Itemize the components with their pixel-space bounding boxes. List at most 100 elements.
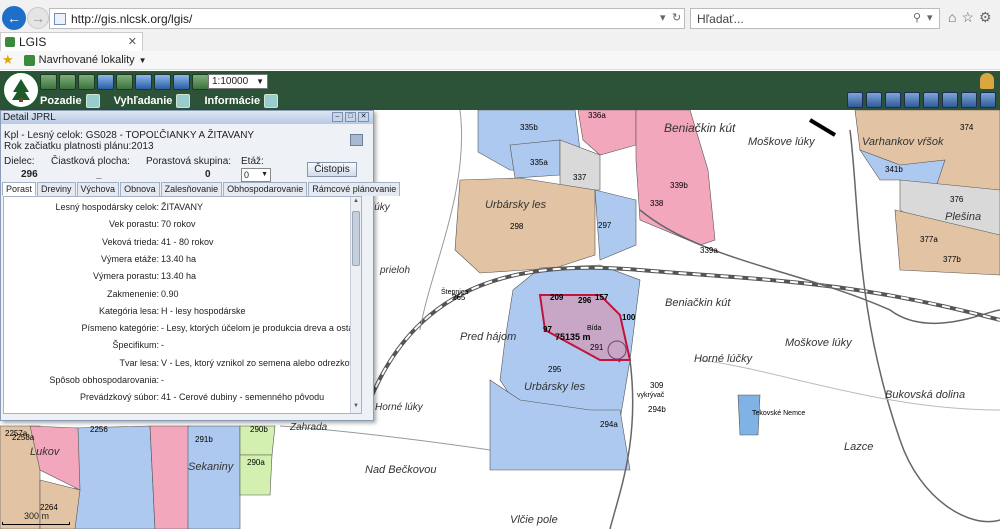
attribute-value: 13.40 ha [161,253,197,264]
print-icon[interactable] [350,134,363,146]
zoom-out-icon[interactable] [59,73,76,90]
panel-tab[interactable]: Výchova [76,182,120,196]
search-menu-button[interactable]: Vyhľadanie [113,93,191,108]
favorites-star-icon[interactable]: ★ [2,52,14,68]
stand-label: 290a [247,458,265,467]
measure-icon[interactable] [847,92,863,108]
star-icon[interactable]: ☆ [961,9,974,26]
help-icon[interactable] [980,92,996,108]
stand-label: 335b [520,123,538,132]
select-icon[interactable] [885,92,901,108]
background-label: Pozadie [40,94,82,107]
pan-hand-icon[interactable] [116,73,133,90]
scroll-down-icon[interactable]: ▼ [352,403,360,412]
globe-back-icon[interactable] [154,73,171,90]
chevron-down-icon: ▼ [261,171,268,178]
refresh-map-icon[interactable] [192,73,209,90]
scroll-up-icon[interactable]: ▲ [352,198,360,207]
attribute-key: Tvar lesa: [119,357,159,368]
stand-label: 209 [550,293,564,302]
stand-polygon[interactable] [74,425,156,529]
cistopis-button[interactable]: Čistopis [307,162,357,177]
globe-icon[interactable] [942,92,958,108]
plocha-caption: Čiastková plocha: [51,156,130,167]
search-icon[interactable]: ⚲ [913,11,921,24]
map-tool-row [40,73,209,90]
world-icon[interactable] [961,92,977,108]
dropdown-icon[interactable]: ▾ [660,11,666,24]
url-text: http://gis.nlcsk.org/lgis/ [71,11,193,26]
place-label: Moškove lúky [748,136,816,148]
panel-tab[interactable]: Obnova [120,182,160,196]
panel-tab[interactable]: Porast [2,182,37,196]
stand-label: 295 [548,365,562,374]
attribute-row: Výmera porastu: 13.40 ha [4,271,349,282]
print-icon[interactable] [904,92,920,108]
stand-polygon[interactable] [577,110,637,156]
search-label: Vyhľadanie [113,94,173,107]
scalebar-label: 300 m [24,511,50,521]
panel-scrollbar[interactable]: ▲ ▼ [350,197,361,413]
place-label: Zahrada [289,422,328,433]
url-input[interactable]: http://gis.nlcsk.org/lgis/ ▾ ↻ [49,8,685,29]
dropdown-icon[interactable]: ▾ [927,11,933,24]
place-label: Beniačkin kút [664,121,736,135]
binoculars-icon [176,93,191,108]
scroll-thumb[interactable] [352,211,360,266]
panel-tab[interactable]: Dreviny [37,182,76,196]
globe-icon[interactable] [135,73,152,90]
stand-label: 2256 [90,425,108,434]
globe-forward-icon[interactable] [173,73,190,90]
location-marker-icon[interactable] [607,340,627,360]
place-label: Plešina [945,211,981,223]
maximize-icon[interactable]: □ [345,112,356,122]
refresh-icon[interactable]: ↻ [672,11,681,24]
background-menu-button[interactable]: Pozadie [40,93,100,108]
dielec-value: 296 [21,169,38,180]
favorite-link[interactable]: Navrhované lokality ▼ [23,54,147,66]
search-input[interactable]: Hľadať... ⚲ ▾ [690,8,940,29]
stand-label: 337 [573,173,587,182]
zoom-extent-icon[interactable] [97,73,114,90]
attribute-value: - [161,340,164,351]
scale-select[interactable]: 1:10000 ▼ [208,74,268,89]
unit-line: Kpl - Lesný celok: GS028 - TOPOĽČIANKY A… [4,130,255,141]
home-icon[interactable]: ⌂ [948,9,956,26]
zoom-in-icon[interactable] [40,73,57,90]
attribute-key: Výmera porastu: [92,271,159,282]
close-icon[interactable]: ✕ [358,112,369,122]
arrow-left-icon: ← [7,10,21,26]
site-favicon-icon [23,54,35,66]
panel-tab[interactable]: Rámcové plánovanie [308,182,401,196]
attribute-key: Vek porastu: [108,219,159,230]
attribute-row: Zakmenenie: 0.90 [4,289,349,300]
stand-polygon[interactable] [454,177,596,274]
attribute-row: Kategória lesa: H - lesy hospodárske [4,306,349,317]
browser-tab[interactable]: LGIS ✕ [0,32,143,51]
zoom-box-icon[interactable] [78,73,95,90]
user-icon[interactable] [980,73,994,89]
gear-icon[interactable]: ⚙ [979,9,992,26]
etaz-select[interactable]: 0 ▼ [241,168,271,182]
chevron-down-icon: ▼ [138,55,147,65]
stand-label: 97 [543,325,552,334]
favorites-bar: ★ Navrhované lokality ▼ [0,51,1000,70]
place-label: Horné lúky [375,402,424,413]
forward-button[interactable]: → [27,7,49,29]
panel-tabs: Porast Dreviny Výchova Obnova Zalesňovanie Ob… [2,182,401,196]
back-button[interactable]: ← [2,6,26,30]
identify-icon[interactable] [866,92,882,108]
close-icon[interactable]: ✕ [128,35,137,48]
point-label: Bída [587,325,602,332]
minimize-icon[interactable]: – [332,112,343,122]
right-tool-row [847,92,996,108]
map-scalebar: 300 m [0,509,75,525]
export-icon[interactable] [923,92,939,108]
panel-tab[interactable]: Obhospodarovanie [223,182,308,196]
panel-tab[interactable]: Zalesňovanie [160,182,223,196]
scalebar-line [2,522,70,525]
stand-polygon[interactable] [149,425,191,529]
info-menu-button[interactable]: Informácie [204,93,279,108]
panel-titlebar[interactable]: Detail JPRL – □ ✕ [1,111,373,124]
place-label: Varhankov vŕšok [862,136,944,148]
